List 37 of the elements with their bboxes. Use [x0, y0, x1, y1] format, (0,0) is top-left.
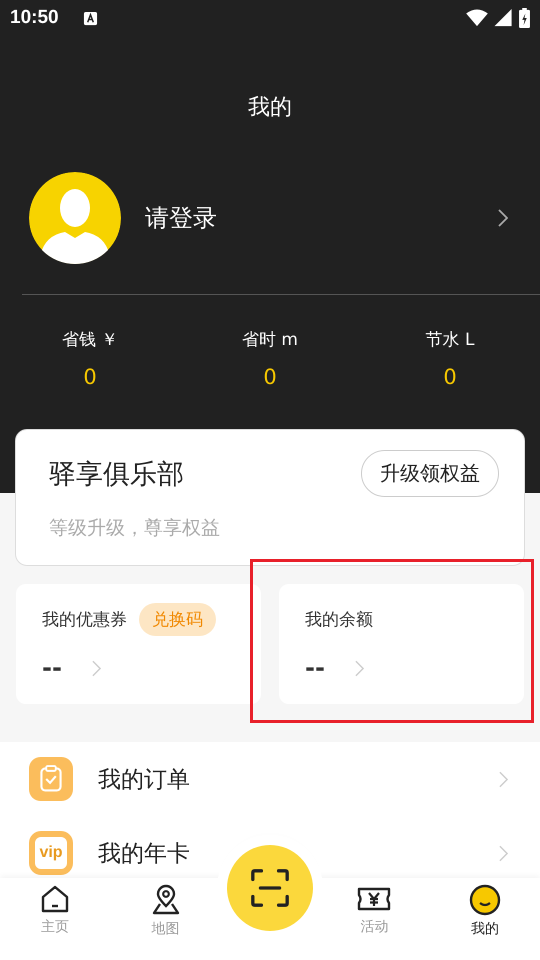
login-row[interactable]: 请登录 — [0, 172, 540, 264]
balance-card[interactable]: 我的余额 -- — [279, 584, 524, 704]
club-card[interactable]: 驿享俱乐部 升级领权益 等级升级，尊享权益 — [15, 429, 525, 566]
home-icon — [40, 884, 70, 914]
club-title: 驿享俱乐部 — [49, 458, 184, 492]
map-pin-icon — [150, 884, 182, 916]
club-subtitle: 等级升级，尊享权益 — [49, 516, 221, 541]
notification-icon — [82, 10, 98, 26]
card-label: 我的优惠券 — [42, 608, 127, 630]
smiley-icon — [468, 884, 501, 916]
card-value: -- — [305, 654, 325, 682]
avatar-icon — [29, 172, 121, 264]
scan-icon — [249, 867, 292, 909]
coupon-card[interactable]: 我的优惠券 兑换码 -- — [16, 584, 261, 704]
chevron-icon — [499, 844, 508, 862]
upgrade-button[interactable]: 升级领权益 — [361, 450, 499, 497]
menu-item[interactable]: 我的订单 — [98, 764, 190, 794]
chevron-icon — [499, 770, 508, 788]
clipboard-check-icon — [29, 757, 73, 801]
card-label: 我的余额 — [305, 608, 373, 630]
stat-label: 省钱 ￥ — [62, 329, 118, 351]
stat-value: 0 — [263, 365, 277, 389]
stat-value: 0 — [443, 365, 457, 389]
stat-label: 节水 L — [426, 329, 474, 351]
chevron-icon — [92, 660, 101, 676]
signal-icon — [494, 9, 513, 27]
battery-icon — [519, 8, 530, 28]
page-title: 我的 — [247, 94, 293, 122]
tab-item[interactable]: 我的 — [430, 878, 540, 960]
menu-item[interactable]: 我的年卡 — [98, 838, 190, 868]
status-time: 10:50 — [10, 7, 59, 29]
wifi-icon — [466, 9, 488, 27]
chevron-icon — [354, 660, 364, 676]
stat-label: 省时 m — [242, 329, 298, 351]
card-value: -- — [42, 654, 62, 682]
chevron-icon — [498, 209, 508, 227]
stat-value: 0 — [83, 365, 97, 389]
